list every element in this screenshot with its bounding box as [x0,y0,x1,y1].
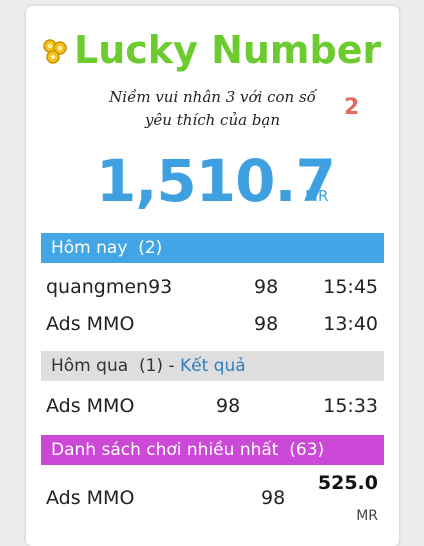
yesterday-row: Ads MMO 98 15:33 [26,391,399,421]
today-count: (2) [138,238,163,258]
play-amount-unit: MR [356,508,378,524]
jackpot-unit: MR [305,187,329,205]
play-time: 13:40 [323,313,378,335]
today-row: Ads MMO 98 13:40 [26,309,399,339]
picked-number: 98 [254,276,279,298]
player-name: Ads MMO [46,395,135,417]
picked-number: 98 [261,487,286,509]
app-logo: Lucky Number [26,28,399,78]
top-players-count: (63) [289,440,325,460]
player-name: quangmen93 [46,276,173,298]
picked-number: 98 [216,395,241,417]
today-header: Hôm nay (2) [41,233,384,263]
picked-number: 98 [254,313,279,335]
separator: - [168,356,175,376]
results-link[interactable]: Kết quả [180,356,246,376]
app-title: Lucky Number [74,28,382,72]
yesterday-label: Hôm qua [51,356,129,376]
coins-icon [43,39,67,64]
player-name: Ads MMO [46,487,135,509]
top-players-label: Danh sách chơi nhiều nhất [51,440,279,460]
yesterday-count: (1) [138,356,164,376]
lucky-number-badge: 2 [344,95,360,120]
yesterday-header: Hôm qua (1) - Kết quả [41,351,384,381]
today-label: Hôm nay [51,238,128,258]
jackpot-value: 1,510.7 [96,147,336,215]
player-name: Ads MMO [46,313,135,335]
lucky-number-card: Lucky Number Niềm vui nhân 3 với con số … [26,6,399,546]
play-time: 15:45 [323,276,378,298]
top-players-header: Danh sách chơi nhiều nhất (63) [41,435,384,465]
today-row: quangmen93 98 15:45 [26,272,399,302]
play-time: 15:33 [323,395,378,417]
play-amount: 525.0 [317,472,378,494]
